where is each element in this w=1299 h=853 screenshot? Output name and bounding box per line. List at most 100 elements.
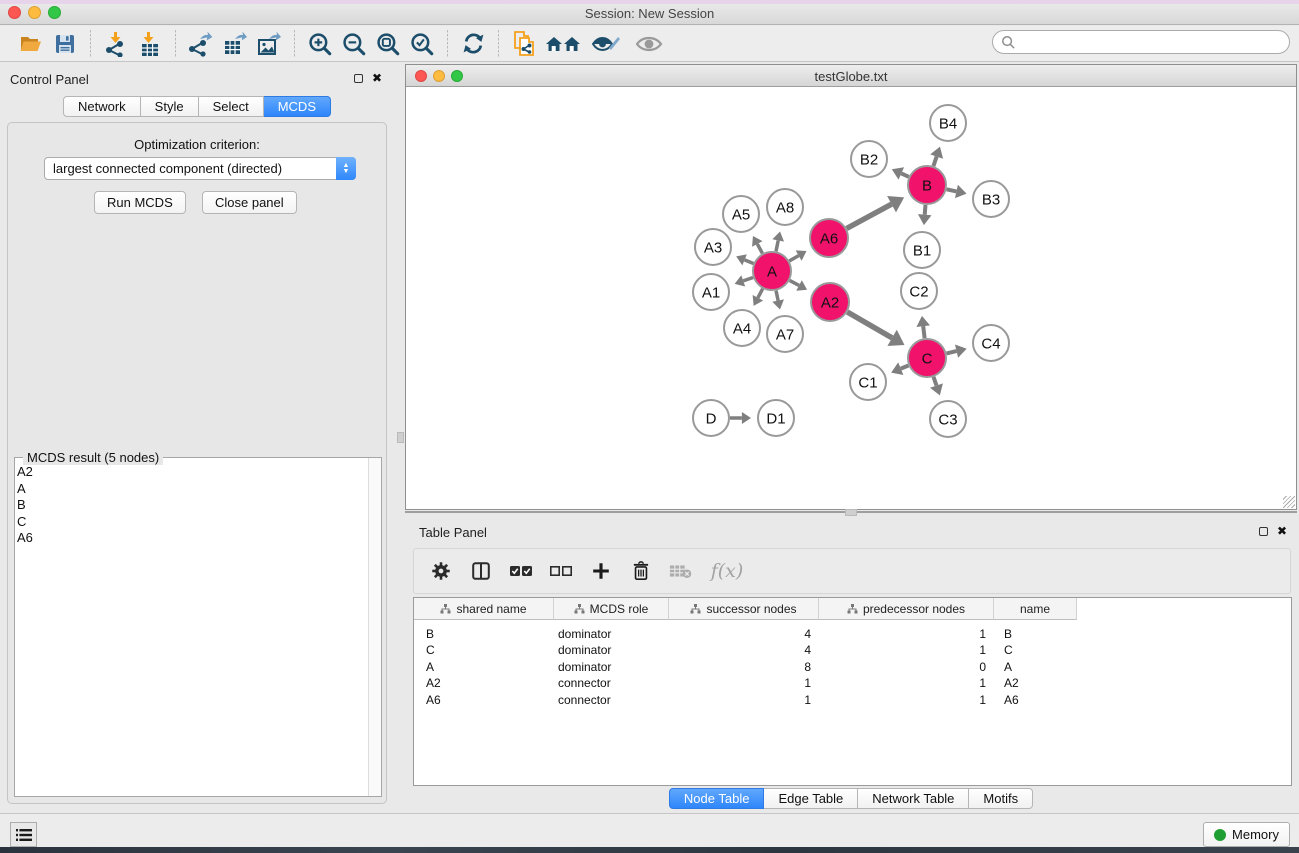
tab-node-table[interactable]: Node Table (669, 788, 765, 809)
graph-edge-A-A8[interactable] (776, 240, 778, 251)
import-network-button[interactable] (99, 29, 133, 59)
graph-edge-A2-C[interactable] (847, 312, 892, 338)
export-network-button[interactable] (184, 29, 218, 59)
mcds-result-item[interactable]: A (17, 481, 33, 498)
graph-node-label: A5 (732, 206, 750, 223)
save-session-button[interactable] (48, 29, 82, 59)
mcds-result-item[interactable]: B (17, 497, 33, 514)
graph-edge-B-B2[interactable] (901, 173, 908, 176)
network-window-titlebar: testGlobe.txt (406, 65, 1296, 87)
graph-node-label: A (767, 263, 777, 280)
graph-edge-C-C3[interactable] (934, 377, 937, 386)
graph-edge-A-A5[interactable] (757, 244, 762, 253)
header-filler (1077, 598, 1291, 620)
mcds-result-list[interactable]: A2ABCA6 (17, 464, 33, 547)
function-builder-button[interactable]: f(x) (707, 557, 747, 585)
mcds-result-item[interactable]: C (17, 514, 33, 531)
graph-edge-A-A4[interactable] (758, 289, 763, 298)
export-table-button[interactable] (218, 29, 252, 59)
table-row[interactable]: Adominator80A (414, 659, 1291, 675)
window-resize-grip[interactable] (1283, 496, 1295, 508)
zoom-in-icon (307, 31, 333, 57)
add-column-button[interactable] (587, 557, 615, 585)
column-header[interactable]: name (994, 598, 1077, 620)
graph-edge-B-B1[interactable] (925, 205, 926, 215)
table-row[interactable]: Cdominator41C (414, 642, 1291, 658)
table-row[interactable]: Bdominator41B (414, 626, 1291, 642)
graph-edge-A-A2[interactable] (790, 280, 799, 285)
two-houses-button[interactable] (541, 29, 585, 59)
split-columns-button[interactable] (467, 557, 495, 585)
graph-edge-C-C4[interactable] (946, 351, 956, 353)
graph-node-label: C (922, 350, 933, 367)
mcds-result-scrollbar[interactable] (368, 458, 381, 796)
mcds-result-item[interactable]: A6 (17, 530, 33, 547)
node-table[interactable]: shared nameMCDS rolesuccessor nodesprede… (413, 597, 1292, 786)
eye-icon (634, 33, 664, 55)
run-mcds-button[interactable]: Run MCDS (94, 191, 186, 214)
table-cell: 4 (669, 643, 819, 657)
search-input[interactable] (992, 30, 1290, 54)
task-history-button[interactable] (10, 822, 37, 847)
deselect-all-icon (549, 562, 573, 580)
select-all-columns-button[interactable] (507, 557, 535, 585)
graph-edge-B-B4[interactable] (933, 157, 936, 167)
graph-edge-B-B3[interactable] (947, 189, 957, 191)
toolbar-separator (498, 30, 499, 58)
close-panel-button[interactable]: Close panel (202, 191, 297, 214)
graph-edge-C-C1[interactable] (901, 366, 909, 369)
tab-network-table[interactable]: Network Table (858, 788, 969, 809)
graph-edge-A-A1[interactable] (743, 278, 753, 281)
float-panel-icon[interactable] (1259, 527, 1268, 536)
mcds-result-item[interactable]: A2 (17, 464, 33, 481)
table-row[interactable]: A6connector11A6 (414, 692, 1291, 708)
zoom-out-button[interactable] (337, 29, 371, 59)
graph-edge-C-C2[interactable] (923, 326, 924, 338)
table-cell: A2 (994, 676, 1077, 690)
table-settings-button[interactable] (427, 557, 455, 585)
tab-network[interactable]: Network (63, 96, 141, 117)
tab-mcds[interactable]: MCDS (264, 96, 331, 117)
zoom-out-icon (341, 31, 367, 57)
vertical-divider-grip[interactable] (397, 432, 404, 443)
criterion-dropdown[interactable]: largest connected component (directed) ▲… (44, 157, 356, 180)
column-header[interactable]: MCDS role (554, 598, 669, 620)
table-cell: 8 (669, 660, 819, 674)
zoom-selected-icon (409, 31, 435, 57)
tab-style[interactable]: Style (141, 96, 199, 117)
open-file-button[interactable] (14, 29, 48, 59)
refresh-button[interactable] (456, 29, 490, 59)
zoom-selected-button[interactable] (405, 29, 439, 59)
clone-network-button[interactable] (507, 29, 541, 59)
tab-select[interactable]: Select (199, 96, 264, 117)
graph-edge-A-A7[interactable] (776, 291, 778, 301)
import-table-button[interactable] (133, 29, 167, 59)
export-image-button[interactable] (252, 29, 286, 59)
delete-column-button[interactable] (627, 557, 655, 585)
graph-svg[interactable]: AA6A2BCA1A3A4A5A7A8B1B2B3B4C1C2C3C4DD1 (406, 88, 1296, 509)
column-header[interactable]: shared name (414, 598, 554, 620)
tab-motifs[interactable]: Motifs (969, 788, 1033, 809)
graph-edge-A-A6[interactable] (789, 256, 798, 261)
graph-edge-A-A3[interactable] (745, 260, 754, 264)
delete-table-button[interactable] (667, 557, 695, 585)
column-header[interactable]: predecessor nodes (819, 598, 994, 620)
eye-button[interactable] (627, 29, 671, 59)
tab-edge-table[interactable]: Edge Table (764, 788, 858, 809)
zoom-fit-button[interactable] (371, 29, 405, 59)
graph-node-label: B4 (939, 115, 957, 132)
table-cell: A2 (414, 676, 554, 690)
graph-edge-A6-B[interactable] (847, 204, 892, 228)
export-table-icon (222, 31, 248, 57)
float-panel-icon[interactable] (354, 74, 363, 83)
network-canvas[interactable]: AA6A2BCA1A3A4A5A7A8B1B2B3B4C1C2C3C4DD1 (406, 88, 1296, 509)
show-graphics-details-button[interactable] (585, 29, 627, 59)
close-panel-icon[interactable]: ✖ (372, 73, 382, 83)
column-header[interactable]: successor nodes (669, 598, 819, 620)
refresh-icon (461, 31, 486, 56)
table-row[interactable]: A2connector11A2 (414, 675, 1291, 691)
deselect-all-columns-button[interactable] (547, 557, 575, 585)
zoom-in-button[interactable] (303, 29, 337, 59)
close-panel-icon[interactable]: ✖ (1277, 526, 1287, 536)
memory-button[interactable]: Memory (1203, 822, 1290, 847)
